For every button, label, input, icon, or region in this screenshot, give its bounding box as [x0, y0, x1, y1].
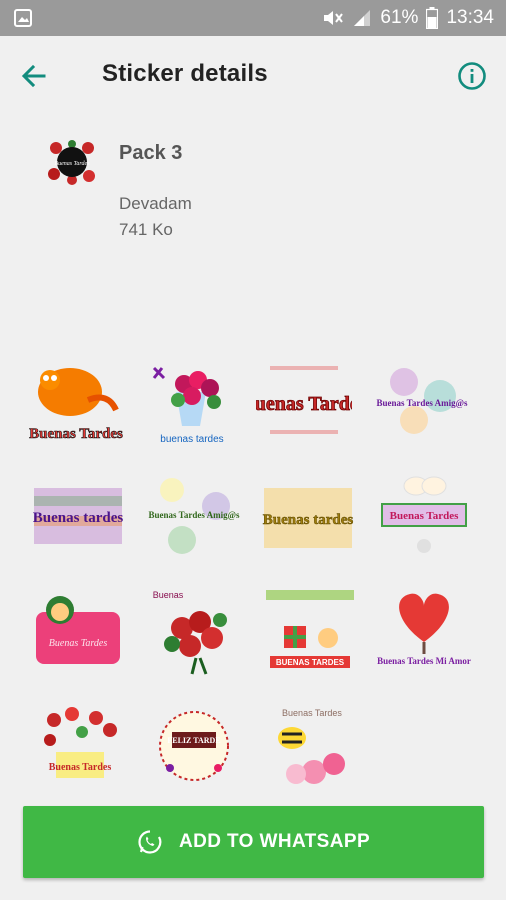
sticker-text: Buenas tardes — [33, 510, 124, 526]
sticker[interactable]: Buenas tardes — [30, 466, 126, 562]
info-icon[interactable] — [456, 60, 488, 92]
arrow-left-icon[interactable] — [18, 60, 50, 92]
sticker[interactable]: FELIZ TARDE — [146, 696, 242, 792]
sticker[interactable]: buenas tardes — [144, 352, 240, 448]
toolbar: Sticker details — [0, 36, 506, 116]
sticker-text: Buenas Tardes Amig@s — [377, 398, 468, 408]
sticker[interactable]: Buenas Tardes — [376, 466, 472, 562]
sticker-text: BUENAS TARDES — [276, 658, 345, 667]
sticker-text: Buenas Tardes — [256, 393, 352, 415]
pack-size: 741 Ko — [119, 220, 173, 239]
battery-percent: 61% — [380, 7, 419, 28]
sticker-text: FELIZ TARDE — [167, 736, 220, 745]
sticker[interactable]: Buenas Tardes — [256, 352, 352, 448]
battery-icon — [426, 7, 439, 29]
sticker[interactable]: Buenas Tardes Amig@s — [374, 352, 470, 448]
sticker-text: Buenas Tardes — [29, 426, 123, 442]
sticker[interactable]: Buenas Tardes — [28, 352, 124, 448]
gallery-icon — [14, 9, 32, 27]
sticker-text: Buenas Tardes Mi Amor — [377, 656, 471, 666]
pack-author: Devadam — [119, 194, 192, 213]
clock: 13:34 — [446, 7, 494, 28]
add-to-whatsapp-button[interactable]: ADD TO WHATSAPP — [23, 806, 484, 878]
status-bar: 61% 13:34 — [0, 0, 506, 36]
page-title: Sticker details — [102, 60, 268, 87]
pack-name: Pack 3 — [119, 142, 183, 164]
whatsapp-icon — [138, 830, 162, 854]
sticker[interactable]: Buenas Tardes — [262, 696, 358, 792]
mute-icon — [324, 11, 344, 25]
add-to-whatsapp-label: ADD TO WHATSAPP — [178, 831, 371, 852]
sticker[interactable]: Buenas Tardes Mi Amor — [376, 582, 472, 678]
pack-tray-text: Buenas Tardes — [54, 161, 90, 167]
sticker-text: Buenas — [153, 590, 184, 600]
sticker-text: buenas tardes — [160, 434, 223, 445]
sticker[interactable]: BUENAS TARDES — [262, 582, 358, 678]
sticker-text: Buenas Tardes — [49, 638, 108, 649]
sticker-text: Buenas tardes — [263, 512, 354, 528]
sticker[interactable]: Buenas Tardes Amig@s — [146, 466, 242, 562]
sticker[interactable]: Buenas tardes — [260, 466, 356, 562]
pack-tray-icon: Buenas Tardes — [48, 140, 95, 185]
sticker[interactable]: Buenas Tardes — [32, 696, 128, 792]
sticker[interactable]: Buenas Tardes — [30, 582, 126, 678]
sticker-text: Buenas Tardes — [390, 510, 459, 522]
sticker[interactable]: Buenas — [146, 582, 242, 678]
sticker-text: Buenas Tardes Amig@s — [149, 510, 240, 520]
sticker-text: Buenas Tardes — [49, 762, 112, 773]
signal-icon — [354, 10, 371, 26]
sticker-text: Buenas Tardes — [282, 708, 342, 718]
